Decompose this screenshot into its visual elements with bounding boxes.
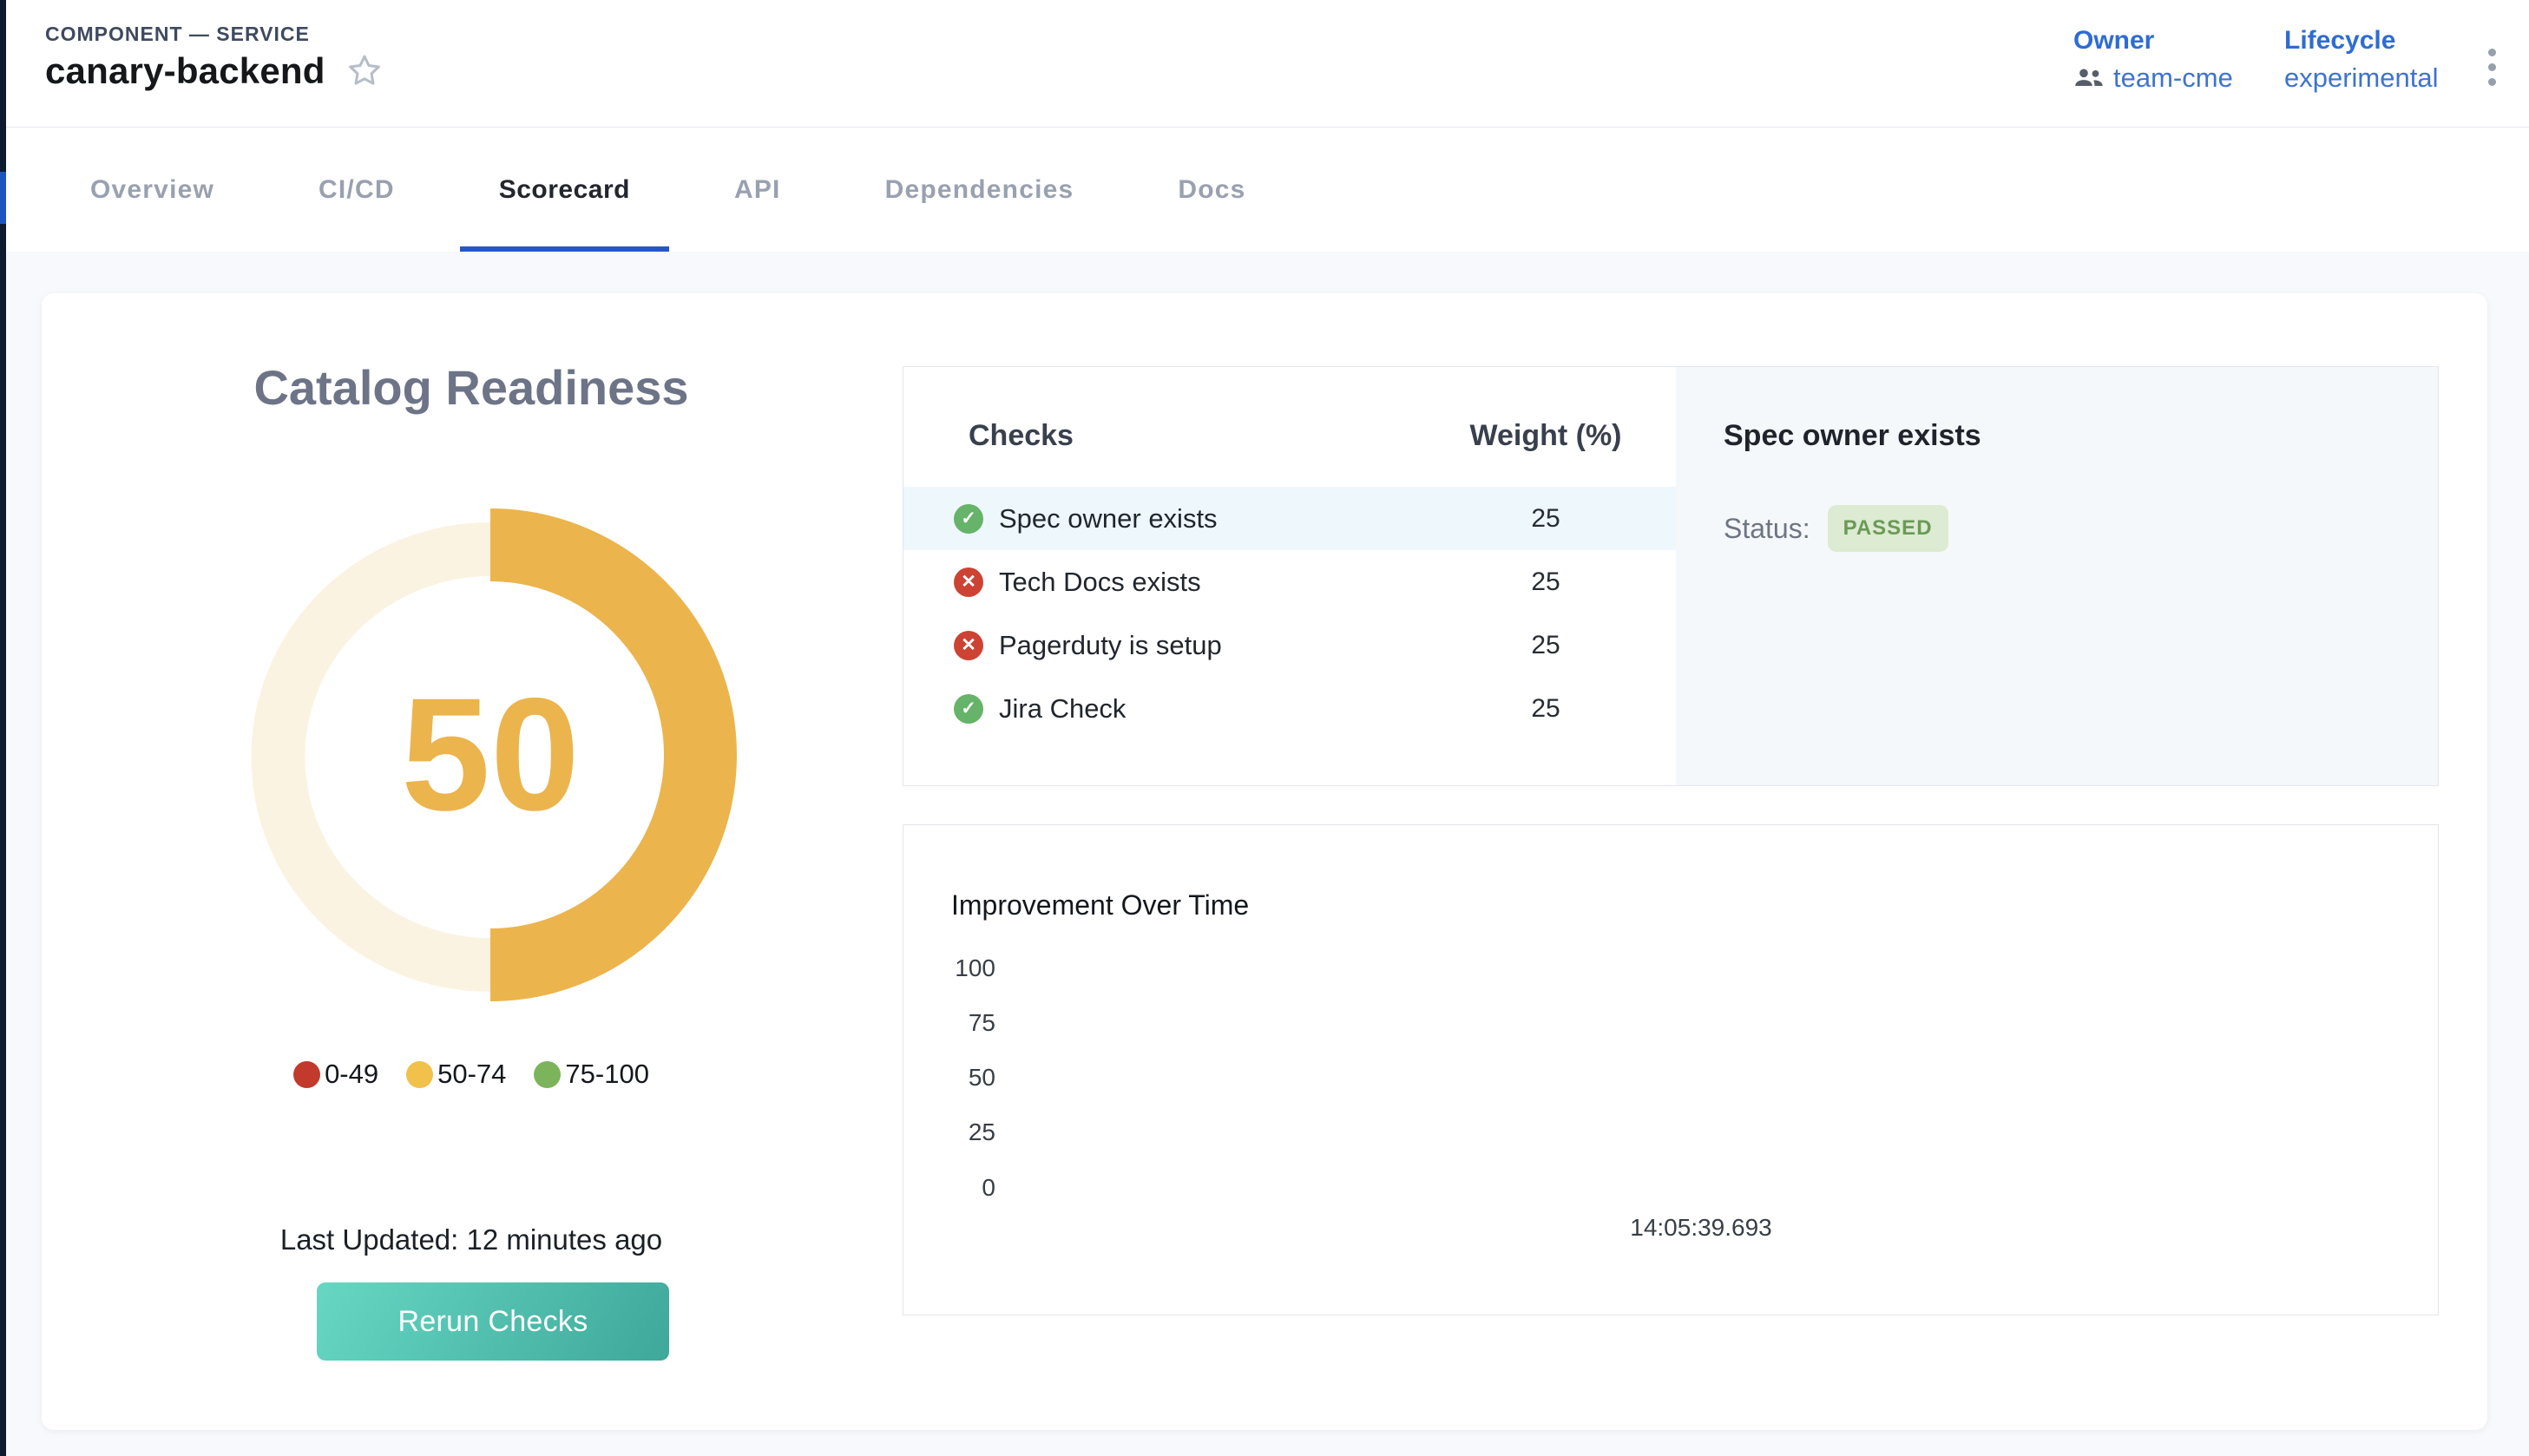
- tab-overview[interactable]: Overview: [51, 128, 253, 252]
- legend-item-low: 0-49: [293, 1059, 378, 1090]
- y-axis-tick: 25: [903, 1118, 995, 1146]
- tab-scorecard[interactable]: Scorecard: [460, 128, 669, 252]
- tab-bar: Overview CI/CD Scorecard API Dependencie…: [6, 128, 2529, 252]
- legend-dot-yellow: [406, 1061, 433, 1088]
- check-detail-panel: Spec owner exists Status: PASSED: [1676, 367, 2438, 785]
- tab-api[interactable]: API: [695, 128, 820, 252]
- status-label: Status:: [1724, 513, 1810, 545]
- owner-link[interactable]: team-cme: [2113, 62, 2233, 94]
- improvement-chart: Improvement Over Time 100 75 50 25 0 14:…: [903, 824, 2439, 1315]
- owner-block: Owner team-cme: [2073, 26, 2233, 94]
- people-icon: [2073, 67, 2105, 89]
- score-legend: 0-49 50-74 75-100: [42, 1059, 901, 1090]
- page-title: canary-backend: [45, 50, 325, 92]
- checks-panel: Checks Weight (%) Spec owner exists 25 T…: [903, 366, 2439, 786]
- check-row-tech-docs[interactable]: Tech Docs exists 25: [903, 550, 1676, 613]
- left-edge-active-indicator: [0, 172, 6, 224]
- scorecard-heading: Catalog Readiness: [42, 359, 901, 416]
- check-row-spec-owner[interactable]: Spec owner exists 25: [903, 487, 1676, 550]
- main-content: Catalog Readiness 50 0-49 50-7: [6, 252, 2529, 1456]
- tab-dependencies[interactable]: Dependencies: [846, 128, 1113, 252]
- lifecycle-value: experimental: [2284, 62, 2438, 94]
- readiness-section: Catalog Readiness 50 0-49 50-7: [42, 293, 901, 1430]
- check-failed-icon: [954, 631, 983, 660]
- check-passed-icon: [954, 504, 983, 534]
- rerun-checks-button[interactable]: Rerun Checks: [317, 1282, 669, 1361]
- lifecycle-label: Lifecycle: [2284, 26, 2438, 56]
- lifecycle-block: Lifecycle experimental: [2284, 26, 2438, 94]
- tab-docs[interactable]: Docs: [1139, 128, 1284, 252]
- legend-item-mid: 50-74: [406, 1059, 506, 1090]
- favorite-star-icon[interactable]: [345, 51, 384, 91]
- check-row-jira[interactable]: Jira Check 25: [903, 677, 1676, 740]
- y-axis-tick: 75: [903, 1009, 995, 1037]
- scorecard-card: Catalog Readiness 50 0-49 50-7: [42, 293, 2487, 1430]
- check-detail-title: Spec owner exists: [1724, 419, 2390, 453]
- checks-column-header: Checks: [969, 419, 1074, 453]
- gauge-score-value: 50: [239, 503, 742, 1007]
- check-failed-icon: [954, 567, 983, 597]
- status-badge: PASSED: [1828, 505, 1948, 552]
- check-row-pagerduty[interactable]: Pagerduty is setup 25: [903, 613, 1676, 677]
- owner-label: Owner: [2073, 26, 2233, 56]
- x-axis-tick: 14:05:39.693: [1614, 1214, 1788, 1242]
- last-updated-text: Last Updated: 12 minutes ago: [42, 1223, 901, 1256]
- weight-column-header: Weight (%): [1459, 419, 1632, 453]
- y-axis-tick: 100: [903, 954, 995, 982]
- readiness-gauge: 50: [239, 503, 742, 1007]
- y-axis-tick: 50: [903, 1064, 995, 1092]
- y-axis-tick: 0: [903, 1174, 995, 1202]
- legend-dot-red: [293, 1061, 320, 1088]
- tab-cicd[interactable]: CI/CD: [279, 128, 434, 252]
- check-passed-icon: [954, 694, 983, 724]
- legend-item-high: 75-100: [534, 1059, 649, 1090]
- scorecard-page: COMPONENT — SERVICE canary-backend Owner…: [0, 0, 2529, 1456]
- checks-table: Checks Weight (%) Spec owner exists 25 T…: [903, 367, 1676, 785]
- entity-header: COMPONENT — SERVICE canary-backend Owner…: [6, 0, 2529, 128]
- chart-title: Improvement Over Time: [951, 889, 1249, 921]
- entity-kind-breadcrumb: COMPONENT — SERVICE: [45, 23, 310, 46]
- legend-dot-green: [534, 1061, 561, 1088]
- kebab-menu-icon[interactable]: [2485, 45, 2499, 89]
